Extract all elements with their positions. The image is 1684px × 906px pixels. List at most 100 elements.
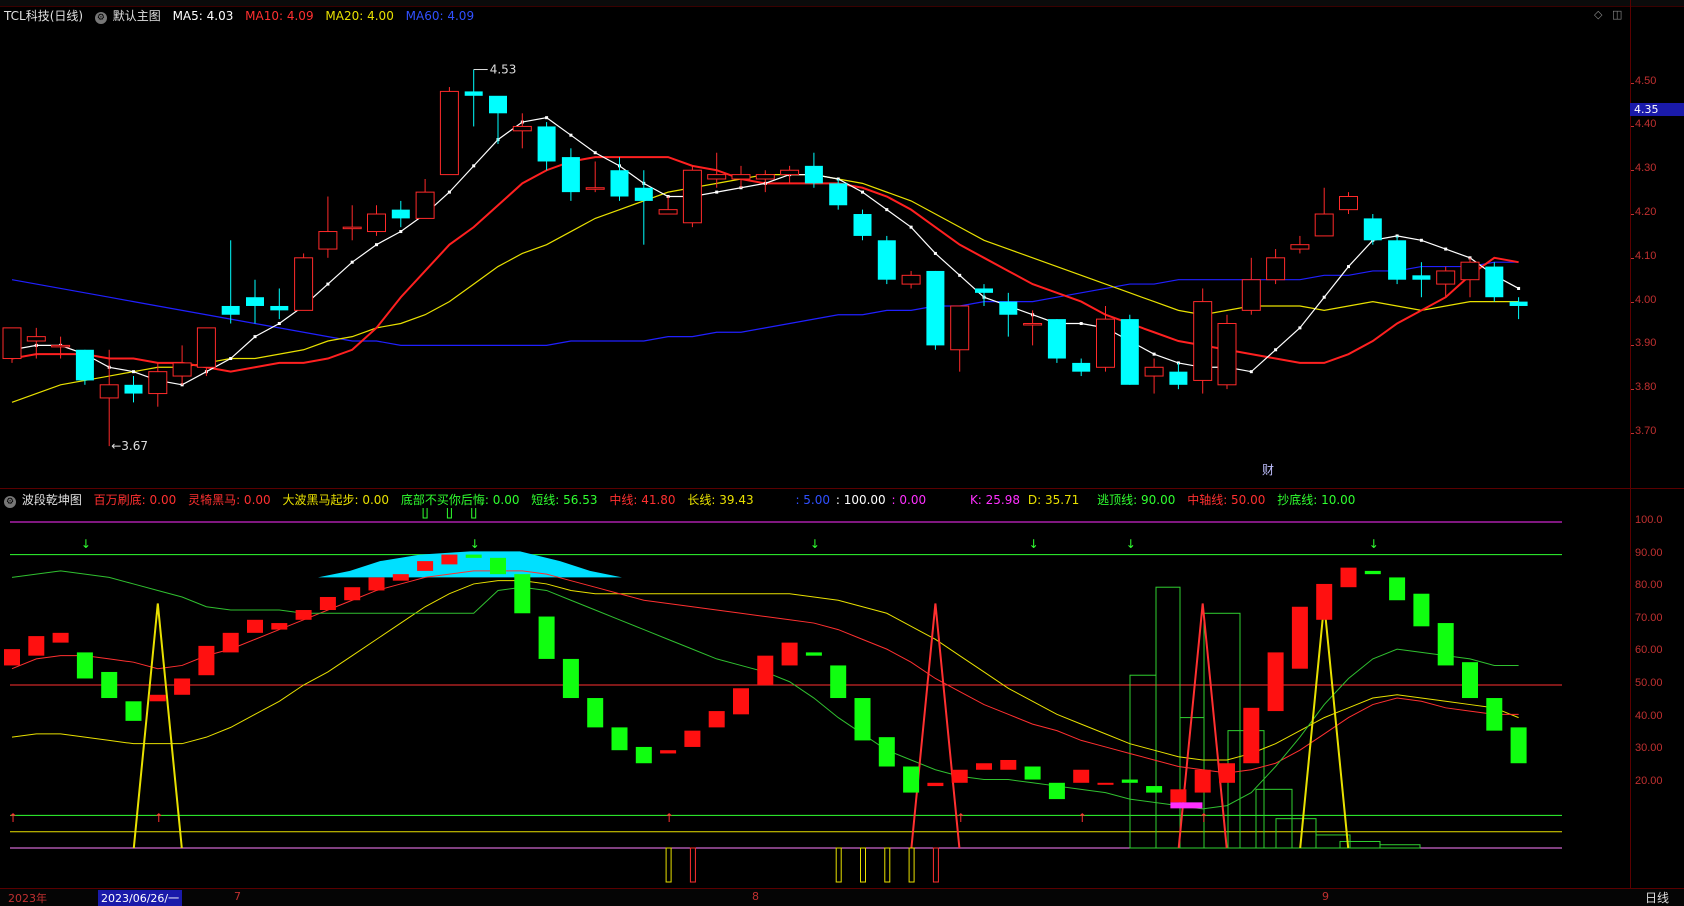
window-toggle-icon[interactable]: ◫ [1612,8,1622,21]
ma5-marker [885,208,889,212]
price-tick: 4.20 [1635,206,1657,219]
sell-arrow-icon: ↓ [81,537,91,551]
ma5-marker [472,164,476,168]
ind-v14: 中轴线: 50.00 [1187,493,1266,507]
ma5-marker [1444,247,1448,251]
ma5-marker [958,273,962,277]
high-label: 4.53 [490,63,517,77]
low-label: ←3.67 [111,439,148,453]
kd-bar-up [1243,707,1260,764]
candle-body-down [1363,218,1382,241]
kd-bar-up [1170,789,1187,803]
ma5-marker [350,260,354,264]
candle-body-down [1509,301,1528,306]
kd-bar-down [465,554,482,558]
kd-bar-down [854,698,871,741]
candle-body-up [99,384,119,399]
month-8: 8 [752,890,759,903]
kd-bar-down [538,616,555,659]
candlestick-chart[interactable]: 4.53 ←3.67 财 [0,26,1630,486]
candle-body-up [1266,257,1286,281]
indicator-tick: 90.00 [1635,546,1663,559]
kd-bar-up [927,782,944,787]
candle-body-up [1290,244,1310,250]
kd-bar-up [1340,567,1357,588]
ind-v5: 短线: 56.53 [531,493,598,507]
candle-body-up [415,191,435,219]
candle-body-up [342,226,362,230]
kd-bar-down [878,737,895,767]
price-tick-mark [1631,126,1634,128]
sell-arrow-icon: ↓ [1369,537,1379,551]
candle-body-down [246,297,264,306]
indicator-header: ⚙ 波段乾坤图 百万刷底: 0.00 灵犄黑马: 0.00 大波黑马起步: 0.… [4,490,1363,510]
kd-bar-down [635,746,652,764]
ind-v13: 逃顶线: 90.00 [1097,493,1176,507]
ind-v15: 抄底线: 10.00 [1277,493,1356,507]
candle-body-down [75,349,94,381]
ma5-marker [1298,326,1302,330]
ma5-marker [1079,321,1083,325]
top-marker [422,508,428,519]
indicator-title[interactable]: 波段乾坤图 [22,493,82,507]
indicator-tick: 60.00 [1635,644,1663,657]
ma5-marker [1419,238,1423,242]
chart-settings-icon[interactable]: ⚙ [94,12,107,24]
candle-body-up [1314,213,1334,237]
candle-body-down [975,288,993,293]
ma5-marker [715,190,719,194]
buy-arrow-icon: ↑ [1077,811,1087,825]
ind-v4: 底部不买你后悔: 0.00 [400,493,520,507]
candle-body-up [2,327,22,360]
kd-bar-up [392,574,409,581]
kd-bar-up [684,730,701,747]
ma5-value: MA5: 4.03 [172,9,234,23]
kd-bar-up [1000,759,1017,770]
bottom-pulse [932,847,939,883]
ma5-marker [909,225,913,229]
time-axis[interactable]: 2023年 2023/06/26/一 7 8 9 [0,888,1630,906]
candle-body-up [1096,318,1115,368]
period-button[interactable]: 日线 [1630,888,1684,906]
candle-body-down [537,126,556,162]
kd-bar-down [101,671,118,699]
bottom-pulse [665,847,672,883]
indicator-settings-icon[interactable]: ⚙ [4,496,16,508]
candle-body-up [1217,322,1237,386]
ind-v2: 灵犄黑马: 0.00 [188,493,271,507]
buy-arrow-icon: ↑ [154,811,164,825]
ma5-marker [229,357,233,361]
candle-body-down [1388,240,1407,280]
price-tick: 4.30 [1635,162,1657,175]
candle-body-up [1436,270,1456,285]
template-label[interactable]: 默认主图 [113,9,161,23]
candle-body-down [853,214,872,236]
ma5-marker [861,190,864,194]
candle-body-down [1120,319,1139,385]
candle-body-up [658,209,678,215]
kd-bar-down [562,658,579,699]
candle-body-up [1023,322,1043,326]
candle-body-up [367,213,386,233]
candle-body-up [731,174,751,180]
price-scale: 4.50 4.40 4.30 4.20 4.10 4.00 3.90 3.80 3.70 [1630,0,1684,488]
kd-bar-up [247,619,263,633]
candle-body-up [1193,301,1213,381]
price-tick-mark [1631,389,1634,391]
kd-bar-down [1364,570,1381,575]
ma5-marker [375,243,378,247]
indicator-tick: 40.00 [1635,709,1663,722]
kd-bar-down [1510,727,1527,764]
stock-title[interactable]: TCL科技(日线) [4,9,83,23]
kd-bar-down [903,766,920,793]
candle-body-up [707,174,727,180]
month-9: 9 [1322,890,1329,903]
ma5-marker [277,321,281,325]
volume-box [1339,840,1381,849]
top-marker [471,508,477,519]
kd-bar-down [1413,593,1430,627]
diamond-icon[interactable]: ◇ [1594,8,1602,21]
kd-bar-up [1073,769,1090,783]
indicator-chart[interactable]: ↓ ↓ ↓ ↓ ↓ ↓ ↑ ↑ ↑ ↑ ↑ ↑ [0,508,1630,886]
price-tick-mark [1631,301,1634,303]
